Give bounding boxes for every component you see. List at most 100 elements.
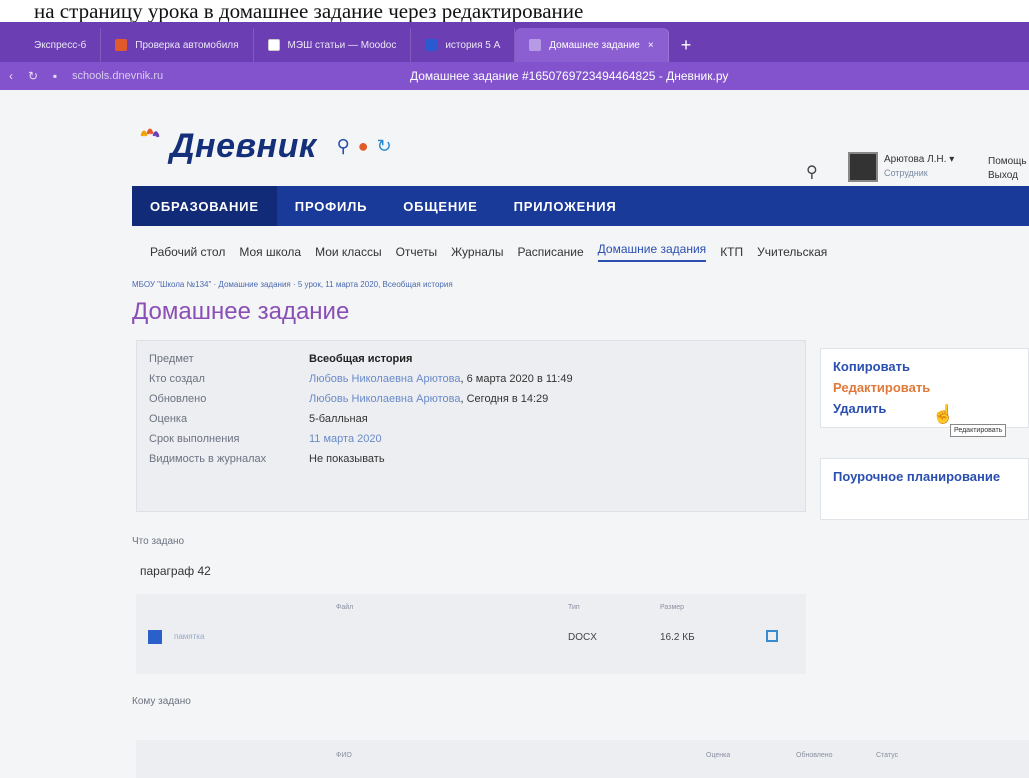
address-bar: ‹ ↻ ▪ schools.dnevnik.ru Домашнее задани… [0,62,1029,90]
main-nav: ОБРАЗОВАНИЕ ПРОФИЛЬ ОБЩЕНИЕ ПРИЛОЖЕНИЯ [132,186,1029,226]
subnav-schedule[interactable]: Расписание [518,245,584,259]
close-icon[interactable]: × [648,40,654,51]
new-tab-button[interactable]: + [669,28,704,62]
subnav-homework[interactable]: Домашние задания [597,242,707,262]
help-link[interactable]: Помощь [988,156,1027,167]
search-icon[interactable]: ⚲ [806,162,818,182]
docx-file-icon [148,630,162,644]
page-content: Дневник ⚲ ● ↻ ⚲ Арютова Л.Н. ▾ Сотрудник… [0,90,1029,778]
subnav-journals[interactable]: Журналы [451,245,503,259]
avatar[interactable] [848,152,878,182]
col-grade: Оценка [706,752,731,759]
info-row-visibility: Видимость в журналах Не показывать [149,453,385,465]
nav-education[interactable]: ОБРАЗОВАНИЕ [132,186,277,226]
info-row-grade: Оценка 5-балльная [149,413,368,425]
tab-favicon-icon [425,39,438,51]
tab-favicon-icon [115,39,128,51]
breadcrumb[interactable]: МБОУ "Школа №134" · Домашние задания · 5… [132,280,453,289]
download-icon[interactable] [766,630,778,642]
info-label: Предмет [149,353,194,365]
tab-label: Экспресс-б [34,39,87,51]
col-updated: Обновлено [796,752,833,759]
logout-link[interactable]: Выход [988,170,1018,181]
url-field[interactable]: schools.dnevnik.ru [72,70,163,82]
tab-label: Домашнее задание [549,39,640,51]
info-row-due: Срок выполнения 11 марта 2020 [149,433,382,445]
actions-panel: Копировать Редактировать Удалить [820,348,1029,428]
info-row-updated: Обновлено Любовь Николаевна Арютова, Сего… [149,393,548,405]
browser-tab[interactable]: МЭШ статьи — Moodoc [254,28,412,62]
students-table-header: ФИО Оценка Обновлено Статус [136,740,1029,778]
nav-profile[interactable]: ПРОФИЛЬ [277,186,385,226]
tab-favicon-icon [529,39,542,51]
tab-favicon-icon [14,39,26,51]
editor-link[interactable]: Любовь Николаевна Арютова [309,393,461,405]
user-icon[interactable]: ⚲ [337,136,350,157]
tab-label: МЭШ статьи — Moodoc [287,39,397,51]
info-row-subject: Предмет Всеобщая история [149,353,412,365]
homework-info: Предмет Всеобщая история Кто создал Любовь… [136,340,806,512]
tab-favicon-icon [267,39,280,51]
file-size: 16.2 КБ [660,632,695,643]
logo-text: Дневник [170,126,317,165]
page-title: Домашнее задание [132,298,350,325]
col-name: ФИО [336,752,352,759]
edit-tooltip: Редактировать [950,424,1007,437]
col-file: Файл [336,604,354,611]
subject-value: Всеобщая история [309,353,413,365]
user-role: Сотрудник [884,168,928,178]
col-status: Статус [876,752,899,759]
info-label: Обновлено [149,393,207,405]
task-text: параграф 42 [140,564,211,578]
subnav-school[interactable]: Моя школа [239,245,301,259]
task-label: Что задано [132,536,185,547]
info-label: Кто создал [149,373,205,385]
info-label: Срок выполнения [149,433,240,445]
refresh-icon[interactable]: ↻ [377,136,392,157]
assigned-to-label: Кому задано [132,696,191,707]
files-table: Файл Тип Размер памятка DOCX 16.2 КБ [136,594,806,674]
sub-nav: Рабочий стол Моя школа Мои классы Отчеты… [150,232,1029,272]
visibility-value: Не показывать [309,453,385,465]
lock-icon: ▪ [52,69,58,83]
user-name[interactable]: Арютова Л.Н. ▾ [884,154,954,165]
subnav-reports[interactable]: Отчеты [396,245,437,259]
col-size: Размер [660,604,685,611]
tab-label: Проверка автомобиля [135,39,239,51]
document-caption: на страницу урока в домашнее задание чер… [0,0,1029,22]
file-name-link[interactable]: памятка [174,632,204,641]
col-type: Тип [568,604,580,611]
updated-date: , Сегодня в 14:29 [460,393,549,405]
delete-button[interactable]: Удалить [833,401,1016,416]
edit-button[interactable]: Редактировать [833,380,1016,395]
lesson-plan-link[interactable]: Поурочное планирование [833,469,1016,485]
subnav-ktp[interactable]: КТП [720,245,743,259]
subnav-teachers-room[interactable]: Учительская [757,245,827,259]
lesson-plan-panel: Поурочное планирование [820,458,1029,520]
info-label: Оценка [149,413,188,425]
browser-tab-active[interactable]: Домашнее задание × [515,28,669,62]
browser-tab-bar: Экспресс-б Проверка автомобиля МЭШ стать… [0,22,1029,62]
grade-value: 5-балльная [309,413,368,425]
subnav-classes[interactable]: Мои классы [315,245,382,259]
subnav-desktop[interactable]: Рабочий стол [150,245,225,259]
page-title-bar: Домашнее задание #1650769723494464825 - … [410,69,729,83]
info-label: Видимость в журналах [149,453,267,465]
reload-icon[interactable]: ↻ [22,69,44,83]
nav-communication[interactable]: ОБЩЕНИЕ [385,186,495,226]
nav-apps[interactable]: ПРИЛОЖЕНИЯ [496,186,635,226]
browser-tab[interactable]: история 5 А [411,28,516,62]
notification-icon[interactable]: ● [358,136,369,157]
tab-label: история 5 А [445,39,501,51]
due-date-link[interactable]: 11 марта 2020 [309,433,382,445]
site-logo[interactable]: Дневник ⚲ ● ↻ [136,126,392,166]
back-icon[interactable]: ‹ [0,69,22,83]
created-date: , 6 марта 2020 в 11:49 [460,373,573,385]
hand-cursor-icon: ☝ [932,404,955,424]
browser-tab[interactable]: Проверка автомобиля [101,28,254,62]
info-row-created: Кто создал Любовь Николаевна Арютова, 6 м… [149,373,573,385]
author-link[interactable]: Любовь Николаевна Арютова [309,373,461,385]
file-type: DOCX [568,632,597,643]
copy-button[interactable]: Копировать [833,359,1016,374]
browser-tab[interactable]: Экспресс-б [0,28,102,62]
